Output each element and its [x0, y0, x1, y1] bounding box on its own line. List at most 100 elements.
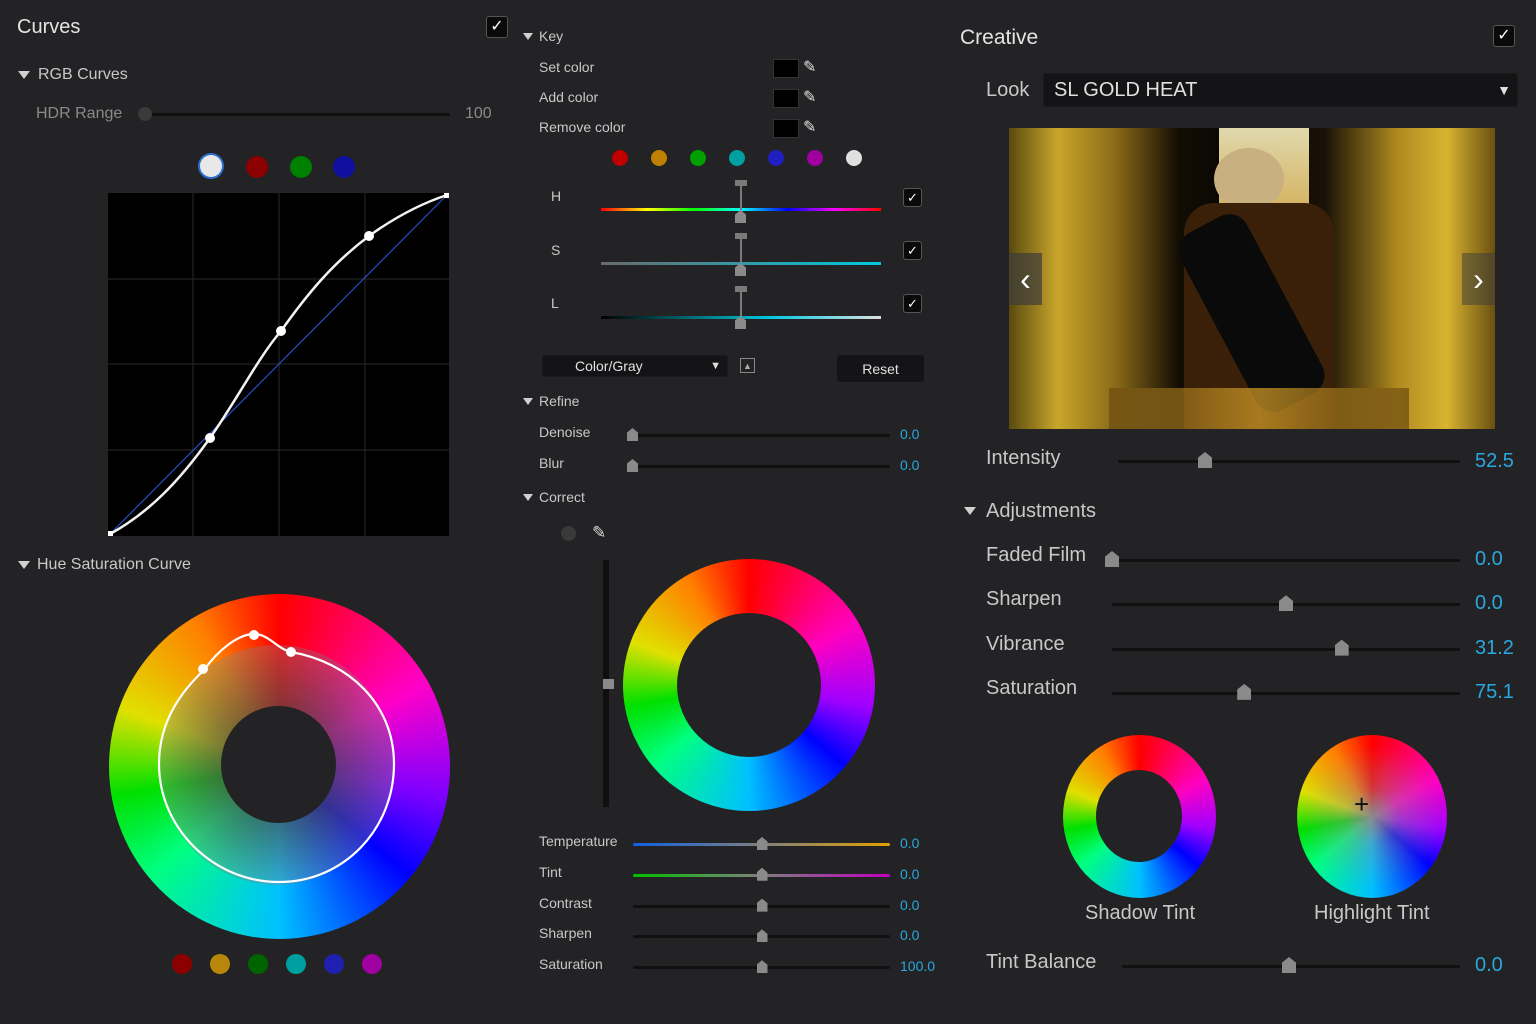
denoise-thumb[interactable] [627, 428, 638, 441]
hue-dot-red[interactable] [172, 954, 192, 974]
crosshair-icon[interactable]: + [1354, 791, 1369, 817]
adjustment-thumb[interactable] [1279, 595, 1293, 612]
hdr-range-slider[interactable] [140, 113, 450, 116]
figure-head [1214, 148, 1284, 210]
curve-endpoint[interactable] [108, 531, 113, 536]
hue-sat-curve-overlay[interactable] [109, 594, 450, 939]
adjustment-slider[interactable] [1112, 559, 1460, 562]
add-color-label: Add color [539, 89, 599, 105]
correct-slider-value: 0.0 [900, 896, 920, 913]
rgb-curve-graph[interactable] [108, 193, 449, 536]
key-dot-red[interactable] [612, 150, 628, 166]
hdr-range-thumb[interactable] [138, 107, 152, 121]
highlight-tint-wheel[interactable] [1297, 735, 1447, 898]
blur-label: Blur [539, 455, 564, 471]
blur-slider[interactable] [627, 465, 890, 468]
adjustment-slider[interactable] [1112, 647, 1460, 651]
correct-slider-thumb[interactable] [756, 929, 768, 943]
correct-slider-row: Temperature 0.0 [539, 833, 939, 857]
key-reset-button[interactable]: Reset [837, 355, 924, 382]
shadow-tint-center [1096, 770, 1182, 862]
denoise-label: Denoise [539, 424, 591, 440]
rgb-curves-collapse-icon[interactable] [18, 71, 30, 79]
channel-blue-button[interactable] [333, 156, 355, 178]
remove-color-eyedropper-icon[interactable]: ✎ [803, 117, 816, 137]
creative-enable-checkbox[interactable]: ✓ [1493, 25, 1515, 47]
adjustment-thumb[interactable] [1334, 639, 1349, 656]
key-dot-magenta[interactable] [807, 150, 823, 166]
curves-title: Curves [17, 16, 81, 38]
hue-curve-point[interactable] [286, 647, 296, 657]
add-color-swatch[interactable] [773, 89, 799, 108]
correct-collapse-icon[interactable] [523, 494, 533, 501]
color-gray-dropdown[interactable]: Color/Gray ▼ [542, 355, 728, 377]
luminance-enable-checkbox[interactable]: ✓ [903, 294, 922, 313]
key-dot-white[interactable] [846, 150, 862, 166]
adjustment-thumb[interactable] [1105, 551, 1119, 567]
next-look-arrow-icon[interactable]: › [1462, 253, 1495, 305]
key-collapse-icon[interactable] [523, 33, 533, 40]
correct-slider-label: Sharpen [539, 925, 592, 942]
set-color-eyedropper-icon[interactable]: ✎ [803, 57, 816, 77]
curve-point[interactable] [364, 231, 374, 241]
hdr-range-label: HDR Range [36, 105, 123, 122]
adjustment-slider[interactable] [1112, 691, 1460, 695]
set-color-label: Set color [539, 59, 595, 75]
denoise-slider[interactable] [627, 434, 890, 437]
hue-dot-yellow[interactable] [210, 954, 230, 974]
curve-point[interactable] [205, 433, 215, 443]
key-dot-cyan[interactable] [729, 150, 745, 166]
correct-slider-label: Tint [539, 863, 562, 880]
key-dot-green[interactable] [690, 150, 706, 166]
intensity-thumb[interactable] [1198, 452, 1212, 468]
saturation-enable-checkbox[interactable]: ✓ [903, 241, 922, 260]
correct-slider-thumb[interactable] [756, 867, 768, 881]
remove-color-swatch[interactable] [773, 119, 799, 138]
adjustments-collapse-icon[interactable] [964, 507, 976, 515]
mask-preview-icon[interactable]: ▲ [740, 358, 755, 373]
hue-curve-point[interactable] [198, 664, 208, 674]
hue-dot-magenta[interactable] [362, 954, 382, 974]
saturation-range-handle[interactable] [735, 233, 747, 276]
creative-title: Creative [960, 26, 1039, 49]
correct-slider-value: 0.0 [900, 865, 920, 882]
intensity-slider[interactable] [1118, 460, 1460, 463]
hue-sat-collapse-icon[interactable] [18, 561, 30, 569]
hue-dot-blue[interactable] [324, 954, 344, 974]
previous-look-arrow-icon[interactable]: ‹ [1009, 253, 1042, 305]
adjustment-value: 0.0 [1475, 592, 1503, 615]
hue-enable-checkbox[interactable]: ✓ [903, 188, 922, 207]
key-dot-blue[interactable] [768, 150, 784, 166]
correct-eyedropper-icon[interactable]: ✎ [592, 523, 606, 543]
add-color-eyedropper-icon[interactable]: ✎ [803, 87, 816, 107]
refine-collapse-icon[interactable] [523, 398, 533, 405]
color-gray-dropdown-value: Color/Gray [575, 358, 643, 374]
channel-red-button[interactable] [246, 156, 268, 178]
adjustment-label: Saturation [986, 676, 1078, 699]
blur-thumb[interactable] [627, 459, 638, 472]
correct-reset-dot[interactable] [561, 526, 576, 541]
channel-white-button[interactable] [200, 155, 222, 177]
luminance-vertical-thumb[interactable] [603, 679, 614, 689]
key-dot-orange[interactable] [651, 150, 667, 166]
curve-point[interactable] [276, 326, 286, 336]
hue-curve-point[interactable] [249, 630, 259, 640]
tint-balance-thumb[interactable] [1282, 957, 1296, 973]
hue-dot-green[interactable] [248, 954, 268, 974]
hue-dot-cyan[interactable] [286, 954, 306, 974]
curves-enable-checkbox[interactable]: ✓ [486, 16, 508, 38]
tint-balance-label: Tint Balance [986, 951, 1097, 973]
refine-heading: Refine [539, 393, 580, 409]
correct-slider-thumb[interactable] [756, 960, 768, 974]
luminance-range-handle[interactable] [735, 286, 747, 329]
set-color-swatch[interactable] [773, 59, 799, 78]
adjustment-thumb[interactable] [1237, 683, 1252, 700]
hue-range-handle[interactable] [735, 180, 747, 223]
channel-green-button[interactable] [290, 156, 312, 178]
correct-slider-thumb[interactable] [756, 898, 768, 912]
curve-endpoint[interactable] [444, 193, 449, 198]
hue-sat-heading: Hue Saturation Curve [37, 556, 191, 573]
correct-slider-value: 0.0 [900, 927, 920, 944]
correct-slider-thumb[interactable] [756, 837, 768, 850]
look-dropdown[interactable]: SL GOLD HEAT ▼ [1043, 73, 1518, 107]
